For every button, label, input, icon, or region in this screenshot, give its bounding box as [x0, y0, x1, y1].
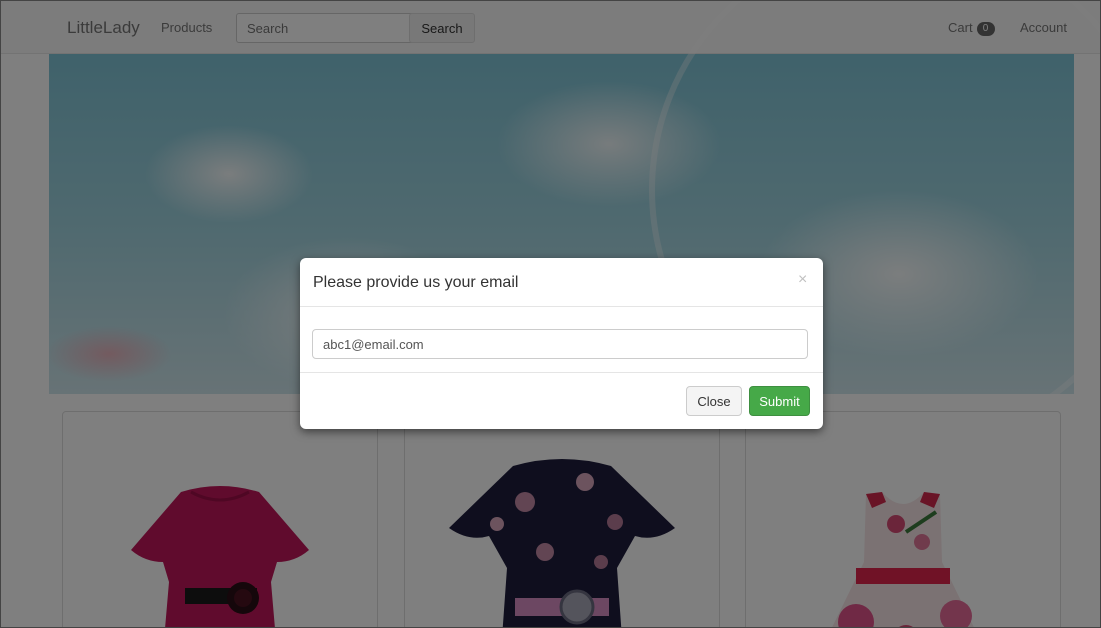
close-icon[interactable]: ×: [798, 271, 807, 289]
email-field[interactable]: [312, 329, 808, 359]
submit-button[interactable]: Submit: [749, 386, 810, 416]
close-button[interactable]: Close: [686, 386, 742, 416]
modal-title: Please provide us your email: [313, 274, 519, 291]
browser-viewport: LittleLady Products Search Cart0 Account: [0, 0, 1101, 628]
email-modal: Please provide us your email × Close Sub…: [300, 258, 823, 429]
modal-footer-divider: [300, 372, 823, 373]
modal-header: Please provide us your email ×: [300, 258, 823, 307]
